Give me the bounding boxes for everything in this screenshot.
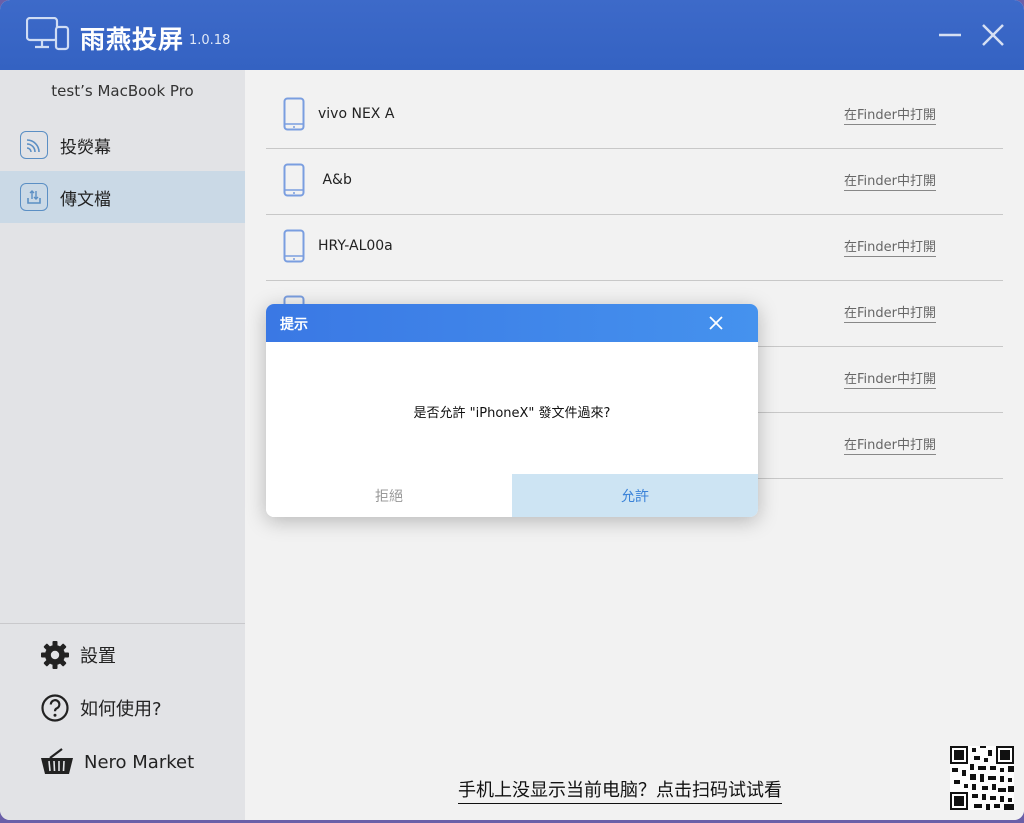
- dialog-close-icon[interactable]: [706, 313, 726, 333]
- device-row[interactable]: A&b 在Finder中打開: [266, 149, 1003, 215]
- nav-item-file-transfer[interactable]: 傳文檔: [0, 171, 245, 223]
- help-button[interactable]: 如何使用?: [40, 692, 162, 724]
- device-name: A&b: [318, 172, 352, 188]
- device-row[interactable]: HRY-AL00a 在Finder中打開: [266, 215, 1003, 281]
- cast-icon: [20, 131, 48, 159]
- nero-market-button[interactable]: Nero Market: [40, 746, 194, 778]
- basket-icon: [41, 748, 73, 774]
- nav-label-file-transfer: 傳文檔: [60, 189, 111, 210]
- open-in-finder-link[interactable]: 在Finder中打開: [844, 236, 936, 257]
- settings-label: 設置: [80, 646, 116, 667]
- open-in-finder-link[interactable]: 在Finder中打開: [844, 368, 936, 389]
- settings-button[interactable]: 設置: [40, 639, 116, 671]
- phone-icon: [283, 97, 305, 131]
- dialog-header: 提示: [266, 304, 758, 342]
- sidebar: test’s MacBook Pro 投熒幕 傳文檔 設置 如何使用? Nero…: [0, 70, 245, 820]
- phone-icon: [283, 229, 305, 263]
- dialog-title: 提示: [280, 317, 308, 333]
- sidebar-divider: [0, 623, 245, 624]
- gear-icon: [41, 641, 69, 669]
- open-in-finder-link[interactable]: 在Finder中打開: [844, 434, 936, 455]
- open-in-finder-link[interactable]: 在Finder中打開: [844, 302, 936, 323]
- permission-dialog: 提示 是否允許 "iPhoneX" 發文件過來? 拒絕 允許: [266, 304, 758, 517]
- app-version: 1.0.18: [189, 33, 231, 48]
- file-transfer-icon: [20, 183, 48, 211]
- help-icon: [41, 694, 69, 722]
- minimize-icon[interactable]: [935, 20, 965, 50]
- app-window: 雨燕投屏 1.0.18 test’s MacBook Pro 投熒幕 傳文檔 設…: [0, 0, 1024, 820]
- reject-button[interactable]: 拒絕: [266, 474, 512, 517]
- nero-market-label: Nero Market: [84, 751, 195, 773]
- device-row[interactable]: vivo NEX A 在Finder中打開: [266, 83, 1003, 149]
- device-name: vivo NEX A: [318, 106, 395, 122]
- device-name: HRY-AL00a: [318, 238, 393, 254]
- open-in-finder-link[interactable]: 在Finder中打開: [844, 104, 936, 125]
- phone-icon: [283, 163, 305, 197]
- title-bar[interactable]: 雨燕投屏 1.0.18: [0, 0, 1024, 70]
- dialog-message: 是否允許 "iPhoneX" 發文件過來?: [413, 406, 611, 421]
- help-label: 如何使用?: [80, 699, 162, 720]
- qr-code-icon[interactable]: [950, 746, 1014, 810]
- close-icon[interactable]: [978, 20, 1008, 50]
- nav-item-cast[interactable]: 投熒幕: [0, 119, 245, 171]
- open-in-finder-link[interactable]: 在Finder中打開: [844, 170, 936, 191]
- screen-mirror-icon: [26, 17, 70, 51]
- allow-button[interactable]: 允許: [512, 474, 758, 517]
- scan-qr-hint-link[interactable]: 手机上没显示当前电脑？点击扫码试试看: [458, 776, 782, 804]
- app-title: 雨燕投屏: [80, 25, 185, 54]
- local-device-name: test’s MacBook Pro: [51, 82, 194, 100]
- nav-label-cast: 投熒幕: [60, 137, 111, 158]
